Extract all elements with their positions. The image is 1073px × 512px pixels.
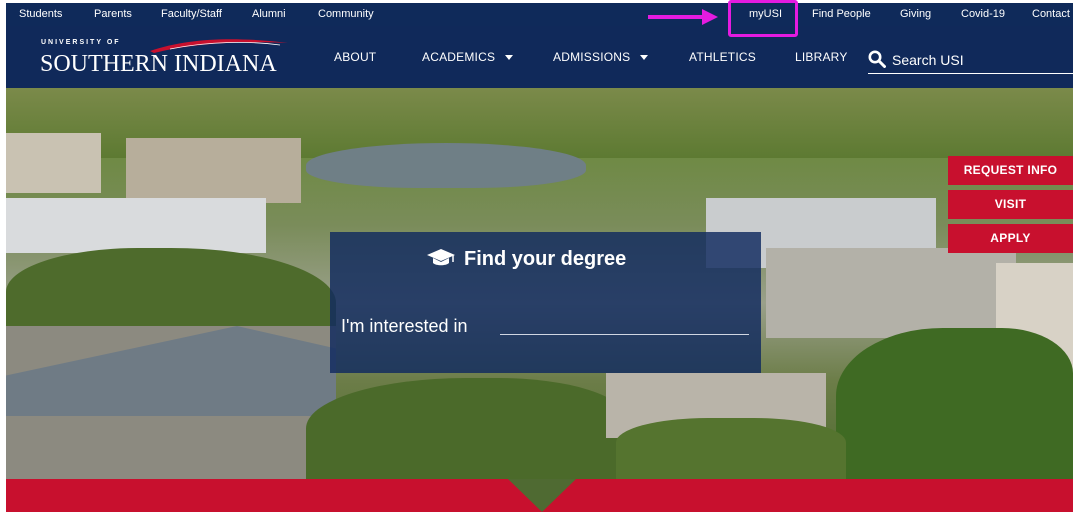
nav-athletics[interactable]: ATHLETICS: [689, 50, 756, 64]
utility-link-parents[interactable]: Parents: [94, 8, 132, 20]
nav-admissions-label: ADMISSIONS: [553, 50, 631, 64]
hero-lake: [306, 143, 586, 188]
annotation-highlight-box: [728, 0, 798, 37]
apply-button[interactable]: APPLY: [948, 224, 1073, 253]
nav-admissions[interactable]: ADMISSIONS: [553, 50, 649, 64]
search-box: [868, 48, 1073, 74]
nav-athletics-label: ATHLETICS: [689, 50, 756, 64]
logo-university-of: UNIVERSITY OF: [41, 39, 121, 46]
usi-logo[interactable]: UNIVERSITY OF SOUTHERN INDIANA: [40, 35, 290, 79]
utility-link-contact[interactable]: Contact: [1032, 8, 1070, 20]
hero-building: [6, 198, 266, 253]
nav-about-label: ABOUT: [334, 50, 377, 64]
hero-building: [6, 133, 101, 193]
utility-link-giving[interactable]: Giving: [900, 8, 931, 20]
degree-finder-title-text: Find your degree: [464, 248, 627, 270]
chevron-down-icon: [640, 55, 649, 61]
hero-trees: [616, 418, 846, 479]
utility-bar: Students Parents Faculty/Staff Alumni Co…: [6, 3, 1073, 26]
hero-trees: [836, 328, 1073, 479]
hero-building: [766, 248, 1016, 338]
utility-link-students[interactable]: Students: [19, 8, 62, 20]
utility-link-find-people[interactable]: Find People: [812, 8, 871, 20]
logo-southern-indiana: SOUTHERN INDIANA: [40, 51, 277, 77]
chevron-down-icon: [505, 55, 514, 61]
utility-link-alumni[interactable]: Alumni: [252, 8, 286, 20]
nav-library[interactable]: LIBRARY: [795, 50, 848, 64]
utility-link-covid-19[interactable]: Covid-19: [961, 8, 1005, 20]
nav-about[interactable]: ABOUT: [334, 50, 376, 64]
main-nav: UNIVERSITY OF SOUTHERN INDIANA ABOUT ACA…: [6, 26, 1073, 88]
hero-trees: [306, 378, 626, 479]
search-input[interactable]: [892, 49, 1072, 71]
degree-finder-panel: Find your degree I'm interested in: [330, 232, 761, 373]
arrow-right-icon: [648, 9, 718, 25]
nav-academics[interactable]: ACADEMICS: [422, 50, 514, 64]
hero-building: [126, 138, 301, 203]
nav-library-label: LIBRARY: [795, 50, 848, 64]
degree-finder-title: Find your degree: [426, 248, 626, 271]
search-icon[interactable]: [868, 50, 886, 68]
utility-link-community[interactable]: Community: [318, 8, 374, 20]
graduation-cap-icon: [427, 249, 455, 266]
degree-interest-label: I'm interested in: [341, 316, 468, 336]
nav-academics-label: ACADEMICS: [422, 50, 496, 64]
request-info-button[interactable]: REQUEST INFO: [948, 156, 1073, 185]
utility-link-faculty-staff[interactable]: Faculty/Staff: [161, 8, 222, 20]
degree-interest-input[interactable]: [500, 310, 749, 335]
red-band-notch: [508, 479, 576, 512]
visit-button[interactable]: VISIT: [948, 190, 1073, 219]
